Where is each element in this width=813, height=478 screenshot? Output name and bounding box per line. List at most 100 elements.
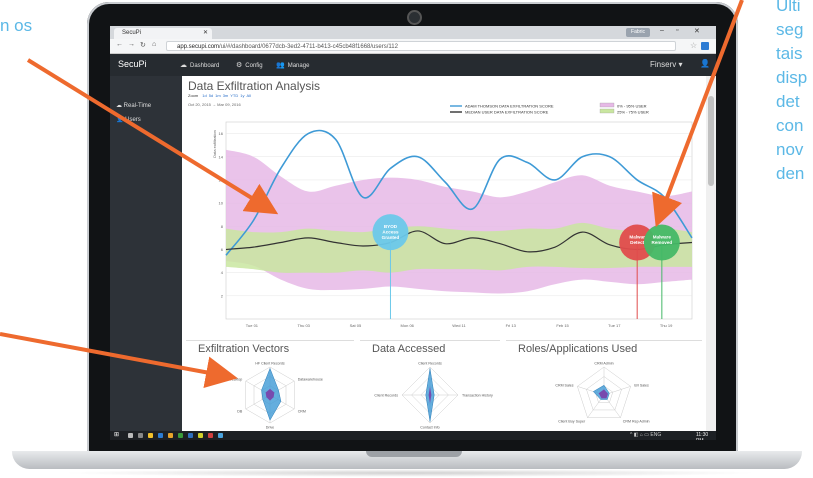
y-tick-label: 6 [221, 247, 224, 252]
x-tick-label: Thu 03 [297, 323, 310, 328]
back-icon[interactable]: ← [116, 41, 123, 48]
main-content: Data Exfiltration Analysis Zoom 1d 5d 1m 3m Y… [182, 76, 706, 432]
browser-address-bar: ← → ↻ ⌂ app.secupi.com/ui/#/dashboard/06… [110, 39, 716, 54]
annotation-right-line: tais [776, 44, 803, 63]
laptop-notch [366, 451, 462, 457]
annotation-right-line: Ulti [776, 0, 801, 15]
x-tick-label: Wed 11 [452, 323, 466, 328]
minimize-icon[interactable]: – [660, 27, 664, 34]
panel-exfiltration-vectors: Exfiltration Vectors HF Client Records Da… [186, 340, 354, 432]
search-icon[interactable] [128, 433, 133, 438]
nav-dashboard[interactable]: ☁ Dashboard [180, 61, 219, 69]
radar-axis-label: CRM [298, 410, 306, 414]
radar-axis-label: CRM Sales [555, 384, 573, 388]
reload-icon[interactable]: ↻ [140, 41, 146, 49]
laptop-screen: SecuPi ✕ Fabric – ▫ ✕ ← → ↻ ⌂ app.secupi… [110, 26, 716, 440]
home-icon[interactable]: ⌂ [152, 41, 156, 48]
event-label: Malwar [629, 235, 645, 240]
browser-profile-badge[interactable]: Fabric [626, 28, 650, 37]
clock: 11:30 PM [696, 432, 709, 440]
exfiltration-chart: 2 4 6 8 10 12 14 16Data exfiltration Tue 01 Thu 0… [212, 102, 693, 328]
radar-axis-label: CRM Admin [594, 362, 613, 366]
radar-axis-label: Client Records [418, 362, 442, 366]
event-label: Detect [630, 240, 645, 245]
x-tick-label: Fri 13 [506, 323, 517, 328]
panel-data-accessed: Data Accessed Client Records Transaction … [360, 340, 500, 432]
bookmark-star-icon[interactable]: ☆ [690, 41, 697, 50]
y-tick-label: 12 [219, 177, 224, 182]
legend-swatch [599, 102, 615, 108]
app-icon[interactable] [208, 433, 213, 438]
event-label: Malware [653, 235, 672, 240]
legend-label: 25% - 75% USER [617, 110, 649, 115]
sidebar-item-label: Users [125, 117, 141, 123]
x-tick-label: Sat 05 [350, 323, 362, 328]
scrollbar[interactable] [706, 76, 716, 431]
app-icon[interactable] [178, 433, 183, 438]
legend-label: MEDIAN USER DATA EXFILTRATION SCORE [465, 110, 549, 115]
nav-config[interactable]: ⚙ Config [236, 61, 263, 69]
nav-config-label: Config [245, 63, 263, 69]
nav-manage-label: Manage [287, 63, 310, 69]
cloud-icon: ☁ [116, 103, 124, 109]
annotation-right-line: disp [776, 68, 808, 87]
app-icon[interactable] [188, 433, 193, 438]
forward-icon[interactable]: → [128, 41, 135, 48]
event-label: Access [382, 230, 399, 235]
radar-chart: CRM Admin B/I Sales CRM Rep Admin Client Bu… [555, 362, 649, 424]
radar-axis-label: HF Client Records [255, 362, 285, 366]
app-icon[interactable] [218, 433, 223, 438]
sidebar-item-real-time[interactable]: ☁ Real-Time [116, 102, 151, 109]
browser-tab-bar: SecuPi ✕ Fabric – ▫ ✕ [110, 26, 716, 39]
radar-axis-label: B/I Sales [634, 384, 649, 388]
y-tick-label: 4 [221, 270, 224, 275]
user-icon[interactable]: 👤 [700, 59, 710, 68]
y-tick-label: 8 [221, 224, 224, 229]
scrollbar-thumb[interactable] [708, 96, 714, 186]
y-tick-label: 10 [219, 201, 224, 206]
extension-icon[interactable] [701, 42, 709, 50]
sidebar-item-users[interactable]: 👤 Users [116, 116, 141, 123]
y-tick-label: 14 [219, 154, 224, 159]
browser-icon[interactable] [158, 433, 163, 438]
tray-language: ENG [650, 432, 662, 438]
radar-chart: Client Records Transaction History Contact… [374, 362, 493, 430]
maximize-icon[interactable]: ▫ [676, 27, 678, 34]
laptop-base [12, 451, 802, 469]
task-view-icon[interactable] [138, 433, 143, 438]
url-path: /ui/#/dashboard/0677dcb-3ed2-4711-b413-c… [219, 44, 398, 50]
cloud-icon: ☁ [180, 62, 187, 69]
tenant-dropdown[interactable]: Finserv ▾ [650, 60, 682, 69]
legend-swatch [599, 108, 615, 114]
legend-label: ADAM THOMSON DATA EXFILTRATION SCORE [465, 104, 554, 109]
url-host: app.secupi.com [177, 44, 220, 50]
radar-axis-label: Desktop [229, 378, 242, 382]
browser-tab[interactable]: SecuPi ✕ [114, 28, 212, 39]
url-field[interactable]: app.secupi.com/ui/#/dashboard/0677dcb-3e… [166, 41, 676, 51]
system-tray: ^ ◧ ⌂ ▭ ENG [630, 432, 662, 438]
x-tick-label: Tue 01 [246, 323, 259, 328]
nav-manage[interactable]: 👥 Manage [276, 61, 309, 69]
close-tab-icon[interactable]: ✕ [203, 28, 208, 39]
event-label: BYOD [384, 224, 398, 229]
windows-start-icon[interactable]: ⊞ [114, 432, 121, 439]
app-brand[interactable]: SecuPi [118, 59, 147, 69]
file-explorer-icon[interactable] [148, 433, 153, 438]
radar-axis-label: Client Buy Super [558, 419, 586, 423]
os-taskbar: ⊞ ^ ◧ ⌂ ▭ ENG 11:30 PM [110, 431, 716, 440]
webcam-icon [407, 10, 422, 25]
x-tick-label: Tue 17 [608, 323, 621, 328]
user-icon: 👤 [116, 117, 126, 123]
annotation-right-text: Ulti seg tais disp det con nov den [776, 0, 807, 186]
app-icon[interactable] [198, 433, 203, 438]
radar-axis-label: Datawarehouse [298, 378, 323, 382]
annotation-left-text: n os [0, 16, 33, 35]
radar-axis-label: Contact Info [420, 426, 439, 430]
tenant-label: Finserv [650, 60, 677, 69]
app-icon[interactable] [168, 433, 173, 438]
y-tick-label: 2 [221, 293, 224, 298]
sidebar-item-label: Real-Time [123, 103, 152, 109]
nav-dashboard-label: Dashboard [190, 63, 220, 69]
y-tick-label: 16 [219, 131, 224, 136]
close-window-icon[interactable]: ✕ [694, 27, 700, 35]
